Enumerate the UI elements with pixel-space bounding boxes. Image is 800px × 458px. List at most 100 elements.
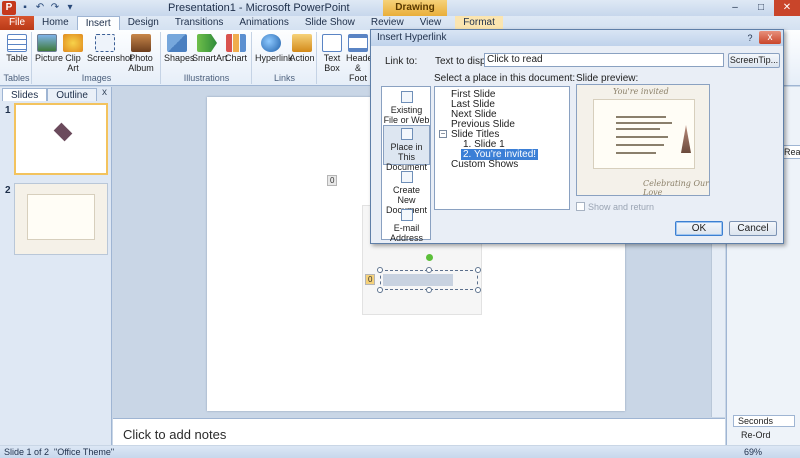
tab-animations[interactable]: Animations <box>231 16 296 30</box>
preview-text-line <box>616 136 668 138</box>
close-window-icon[interactable]: ✕ <box>774 0 800 16</box>
text-box-icon <box>322 34 342 52</box>
preview-card <box>593 99 695 169</box>
tab-slides[interactable]: Slides <box>2 88 48 101</box>
tab-transitions[interactable]: Transitions <box>167 16 232 30</box>
resize-handle-se[interactable] <box>475 287 481 293</box>
group-images: Picture Clip Art Screenshot Photo Album … <box>33 32 161 84</box>
tab-view[interactable]: View <box>412 16 450 30</box>
save-icon[interactable]: ▪ <box>19 2 31 14</box>
resize-handle-n[interactable] <box>426 267 432 273</box>
photo-album-button[interactable]: Photo Album <box>125 32 157 73</box>
show-and-return-option[interactable]: Show and return <box>576 202 654 212</box>
link-to-email[interactable]: E-mail Address <box>383 207 430 243</box>
hyperlink-button[interactable]: Hyperlink <box>255 32 293 63</box>
slides-pane: Slides Outline x 1 2 <box>0 87 112 445</box>
clip-art-button[interactable]: Clip Art <box>61 32 85 73</box>
screenshot-icon <box>95 34 115 52</box>
resize-handle-ne[interactable] <box>475 267 481 273</box>
theme-status[interactable]: "Office Theme" <box>54 446 114 458</box>
slide-number-1: 1 <box>5 105 11 116</box>
text-animation-badge: 0 <box>365 274 376 285</box>
tree-item-custom-shows[interactable]: Custom Shows <box>451 159 518 170</box>
thumbnail-card <box>27 194 95 240</box>
shapes-button[interactable]: Shapes <box>164 32 195 63</box>
tab-review[interactable]: Review <box>363 16 412 30</box>
header-footer-button[interactable]: Header & Foot <box>346 32 376 83</box>
tab-format[interactable]: Format <box>455 16 503 30</box>
insert-hyperlink-dialog: Insert Hyperlink ? x Link to: Text to di… <box>370 29 784 244</box>
action-button[interactable]: Action <box>289 32 315 63</box>
action-button-label: Action <box>289 53 315 63</box>
reorder-label[interactable]: Re-Ord <box>741 430 771 440</box>
redo-icon[interactable]: ↷ <box>49 2 61 14</box>
chart-button-label: Chart <box>224 53 247 63</box>
preview-script-top: You're invited <box>613 87 669 96</box>
link-to-place-in-document[interactable]: Place in This Document <box>383 125 430 172</box>
show-and-return-checkbox[interactable] <box>576 202 585 211</box>
group-label-links: Links <box>273 73 295 83</box>
seconds-dropdown[interactable]: Seconds <box>733 415 795 427</box>
picture-icon <box>37 34 57 52</box>
tab-outline[interactable]: Outline <box>47 88 97 101</box>
maximize-icon[interactable]: □ <box>748 0 774 16</box>
group-illustrations: Shapes SmartArt Chart Illustrations <box>162 32 252 84</box>
table-button[interactable]: Table <box>4 32 30 63</box>
slide-preview-label: Slide preview: <box>576 73 639 84</box>
smartart-button-label: SmartArt <box>192 53 228 63</box>
document-place-tree[interactable]: First Slide Last Slide Next Slide Previo… <box>434 86 570 210</box>
preview-text-line <box>616 128 660 130</box>
slide-thumbnail-1[interactable] <box>14 103 108 175</box>
screentip-button[interactable]: ScreenTip... <box>728 53 780 68</box>
group-label-images: Images <box>81 73 112 83</box>
resize-handle-nw[interactable] <box>377 267 383 273</box>
shapes-icon <box>167 34 187 52</box>
tab-design[interactable]: Design <box>120 16 167 30</box>
smartart-button[interactable]: SmartArt <box>192 32 228 63</box>
picture-button[interactable]: Picture <box>35 32 63 63</box>
picture-button-label: Picture <box>35 53 64 63</box>
rotation-handle[interactable] <box>426 254 433 261</box>
link-to-place-label: Place in This Document <box>385 142 428 172</box>
zoom-level[interactable]: 69% <box>744 446 762 458</box>
select-place-label: Select a place in this document: <box>434 73 576 84</box>
preview-text-line <box>616 152 656 154</box>
customize-qat-icon[interactable]: ▾ <box>64 2 76 14</box>
link-to-email-label: E-mail Address <box>389 223 424 243</box>
text-to-display-input[interactable]: Click to read <box>484 53 724 67</box>
close-pane-icon[interactable]: x <box>102 87 107 98</box>
link-to-existing-file[interactable]: Existing File or Web Page <box>383 89 430 135</box>
slide-thumbnail-2[interactable] <box>14 183 108 255</box>
link-to-new-document[interactable]: Create New Document <box>383 169 430 215</box>
photo-album-icon <box>131 34 151 52</box>
ok-button[interactable]: OK <box>675 221 723 236</box>
undo-icon[interactable]: ↶ <box>34 2 46 14</box>
dialog-close-icon[interactable]: x <box>759 31 781 44</box>
hyperlink-globe-icon <box>261 34 281 52</box>
tab-home[interactable]: Home <box>34 16 77 30</box>
chart-icon <box>226 34 246 52</box>
photo-album-button-label: Photo Album <box>128 53 154 73</box>
chart-button[interactable]: Chart <box>224 32 248 63</box>
clip-art-button-label: Clip Art <box>65 53 81 73</box>
collapse-slide-titles-icon[interactable]: − <box>439 130 447 138</box>
link-to-label: Link to: <box>385 56 418 67</box>
screenshot-button[interactable]: Screenshot <box>87 32 133 63</box>
tab-slide-show[interactable]: Slide Show <box>297 16 363 30</box>
tab-insert[interactable]: Insert <box>76 16 120 30</box>
smartart-icon <box>197 34 217 52</box>
resize-handle-s[interactable] <box>426 287 432 293</box>
table-button-label: Table <box>6 53 28 63</box>
notes-pane[interactable]: Click to add notes <box>113 418 725 445</box>
minimize-icon[interactable]: – <box>722 0 748 16</box>
email-icon <box>400 209 413 221</box>
ribbon-tabs: File Home Insert Design Transitions Anim… <box>0 16 800 30</box>
file-tab[interactable]: File <box>0 16 34 30</box>
table-icon <box>7 34 27 52</box>
help-icon[interactable]: ? <box>743 32 757 44</box>
text-box-button[interactable]: Text Box <box>320 32 344 73</box>
cancel-button[interactable]: Cancel <box>729 221 777 236</box>
powerpoint-app-icon[interactable]: P <box>2 1 16 15</box>
group-tables: Table Tables <box>2 32 32 84</box>
resize-handle-sw[interactable] <box>377 287 383 293</box>
